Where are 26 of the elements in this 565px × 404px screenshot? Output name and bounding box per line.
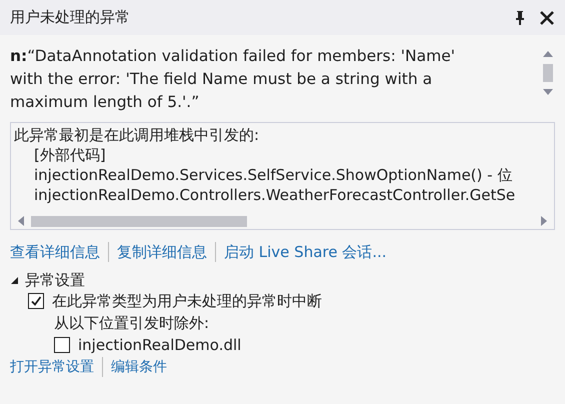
window-title: 用户未处理的异常 xyxy=(10,8,131,27)
scrollbar-thumb[interactable] xyxy=(543,64,553,82)
link[interactable]: 打开异常设置 xyxy=(10,358,94,376)
pin-icon[interactable] xyxy=(515,10,525,26)
call-stack-line: [外部代码] xyxy=(33,145,107,165)
link[interactable]: 编辑条件 xyxy=(111,358,167,376)
expanded-triangle-icon[interactable] xyxy=(10,276,19,285)
call-stack-line: injectionRealDemo.Services.SelfService.ShowOptionName() - 位 xyxy=(33,165,514,185)
link[interactable]: 启动 Live Share 会话... xyxy=(224,242,387,262)
scrollbar-thumb[interactable] xyxy=(31,216,248,226)
link[interactable]: 复制详细信息 xyxy=(117,242,207,262)
call-stack-line: injectionRealDemo.Controllers.WeatherForecastController.GetSe xyxy=(33,185,516,205)
section-title: 异常设置 xyxy=(25,271,85,290)
scroll-up-arrow-icon[interactable] xyxy=(542,50,554,58)
link[interactable]: 查看详细信息 xyxy=(10,242,100,262)
checkbox[interactable] xyxy=(28,293,44,309)
scroll-down-arrow-icon[interactable] xyxy=(542,88,554,96)
exception-message: n:“DataAnnotation validation failed for members: 'Name' with the error: 'The field Name must be a string with a maximum length of 5.'.” xyxy=(10,46,456,113)
checkbox-label: injectionRealDemo.dll xyxy=(78,335,242,356)
close-icon[interactable] xyxy=(539,10,555,26)
exception-label: 从以下位置引发时除外: xyxy=(54,313,210,334)
scroll-right-arrow-icon[interactable] xyxy=(540,215,548,227)
checkbox-label: 在此异常类型为用户未处理的异常时中断 xyxy=(52,291,322,312)
call-stack-heading: 此异常最初是在此调用堆栈中引发的: xyxy=(14,125,260,145)
scroll-left-arrow-icon[interactable] xyxy=(17,215,25,227)
checkbox[interactable] xyxy=(54,337,70,353)
